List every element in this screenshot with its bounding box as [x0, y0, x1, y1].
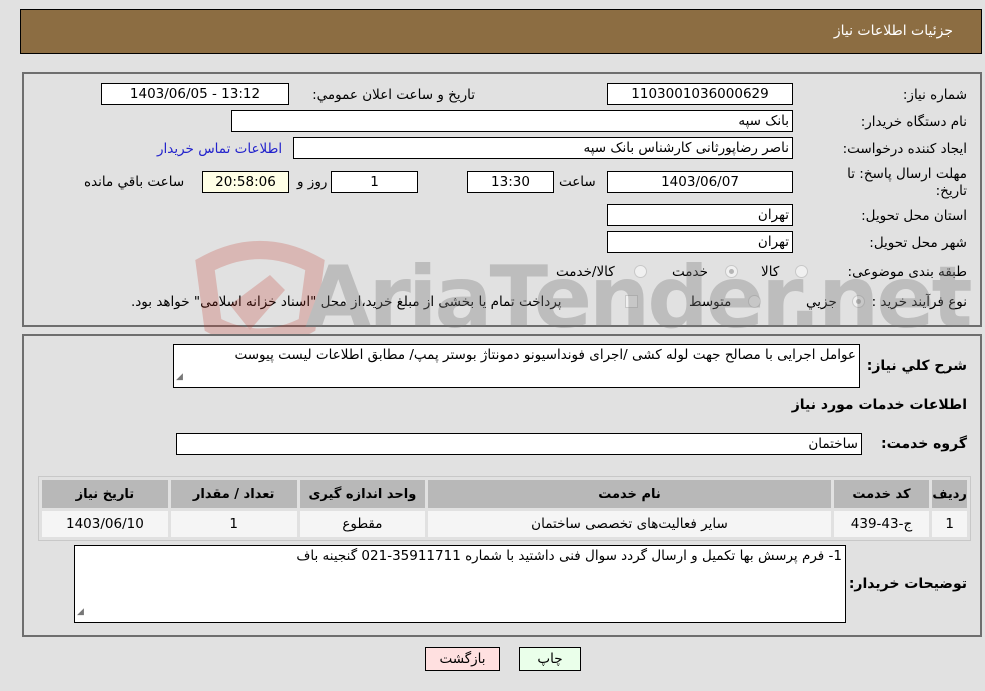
creator-field[interactable]: ناصر رضاپورثانی کارشناس بانک سپه: [293, 137, 793, 159]
description-textarea[interactable]: عوامل اجرایی با مصالح جهت لوله کشی /اجرا…: [173, 344, 860, 388]
buyer-org-field[interactable]: بانک سپه: [231, 110, 793, 132]
creator-label: ایجاد کننده درخواست:: [842, 141, 967, 157]
cell-row: 1: [932, 511, 967, 537]
need-number-field[interactable]: 1103001036000629: [607, 83, 793, 105]
service-group-field[interactable]: ساختمان: [176, 433, 862, 455]
buyer-contact-link[interactable]: اطلاعات تماس خریدار: [157, 141, 282, 157]
col-unit: واحد اندازه گیری: [299, 480, 426, 508]
process-type-label: نوع فرآیند خرید :: [871, 294, 967, 310]
col-row: ردیف: [932, 480, 967, 508]
resize-grip-icon[interactable]: ◢: [77, 604, 84, 621]
services-section-title: اطلاعات خدمات مورد نیاز: [791, 397, 967, 413]
category-radio-goods[interactable]: [795, 265, 808, 278]
process-option-medium: متوسط: [689, 294, 732, 310]
service-group-label: گروه خدمت:: [881, 436, 967, 452]
process-radio-medium[interactable]: [748, 295, 761, 308]
days-label: روز و: [297, 174, 328, 190]
description-label: شرح کلي نیاز:: [866, 358, 967, 374]
description-text: عوامل اجرایی با مصالح جهت لوله کشی /اجرا…: [234, 347, 856, 363]
services-table-header: ردیف کد خدمت نام خدمت واحد اندازه گیری ت…: [42, 480, 967, 508]
deadline-time-label: ساعت: [559, 174, 596, 190]
services-table: ردیف کد خدمت نام خدمت واحد اندازه گیری ت…: [38, 476, 971, 541]
table-row: 1 ج-43-439 سایر فعالیت‌های تخصصی ساختمان…: [42, 511, 967, 537]
cell-service-name: سایر فعالیت‌های تخصصی ساختمان: [428, 511, 831, 537]
process-radio-minor[interactable]: [852, 295, 865, 308]
buyer-notes-text: 1- فرم پرسش بها تکمیل و ارسال گردد سوال …: [296, 548, 842, 564]
category-radio-service[interactable]: [725, 265, 738, 278]
category-radio-goods-service[interactable]: [634, 265, 647, 278]
buyer-notes-label: توضیحات خریدار:: [848, 576, 967, 592]
category-option-goods-service: کالا/خدمت: [556, 264, 615, 280]
col-need-date: تاریخ نیاز: [42, 480, 168, 508]
need-number-label: شماره نیاز:: [902, 87, 967, 103]
page-title: جزئیات اطلاعات نیاز: [833, 23, 953, 39]
back-button[interactable]: بازگشت: [425, 647, 500, 671]
print-button[interactable]: چاپ: [519, 647, 581, 671]
announce-label: تاریخ و ساعت اعلان عمومي:: [312, 87, 475, 103]
buyer-notes-textarea[interactable]: 1- فرم پرسش بها تکمیل و ارسال گردد سوال …: [74, 545, 846, 623]
city-label: شهر محل تحویل:: [869, 235, 967, 251]
deadline-label: مهلت ارسال پاسخ: تا تاریخ:: [847, 166, 967, 199]
treasury-note: پرداخت تمام یا بخشی از مبلغ خرید،از محل …: [131, 294, 562, 310]
cell-need-date: 1403/06/10: [42, 511, 168, 537]
col-service-code: کد خدمت: [833, 480, 930, 508]
treasury-checkbox[interactable]: [625, 295, 638, 308]
cell-service-code: ج-43-439: [833, 511, 930, 537]
resize-grip-icon[interactable]: ◢: [176, 369, 183, 386]
buyer-org-label: نام دستگاه خریدار:: [860, 114, 967, 130]
col-service-name: نام خدمت: [428, 480, 831, 508]
remaining-time-label: ساعت باقي مانده: [84, 174, 185, 190]
announce-datetime-field[interactable]: 1403/06/05 - 13:12: [101, 83, 289, 105]
province-field[interactable]: تهران: [607, 204, 793, 226]
process-option-minor: جزيي: [806, 294, 837, 310]
deadline-date-field[interactable]: 1403/06/07: [607, 171, 793, 193]
category-label: طبقه بندی موضوعی:: [847, 264, 967, 280]
cell-quantity: 1: [170, 511, 297, 537]
category-option-service: خدمت: [672, 264, 708, 280]
page-header: جزئیات اطلاعات نیاز: [20, 9, 982, 54]
deadline-time-field[interactable]: 13:30: [467, 171, 554, 193]
col-quantity: تعداد / مقدار: [170, 480, 297, 508]
city-field[interactable]: تهران: [607, 231, 793, 253]
category-option-goods: کالا: [761, 264, 780, 280]
remaining-time-field[interactable]: 20:58:06: [202, 171, 289, 193]
days-remaining-field[interactable]: 1: [331, 171, 418, 193]
province-label: استان محل تحویل:: [861, 208, 967, 224]
cell-unit: مقطوع: [299, 511, 426, 537]
